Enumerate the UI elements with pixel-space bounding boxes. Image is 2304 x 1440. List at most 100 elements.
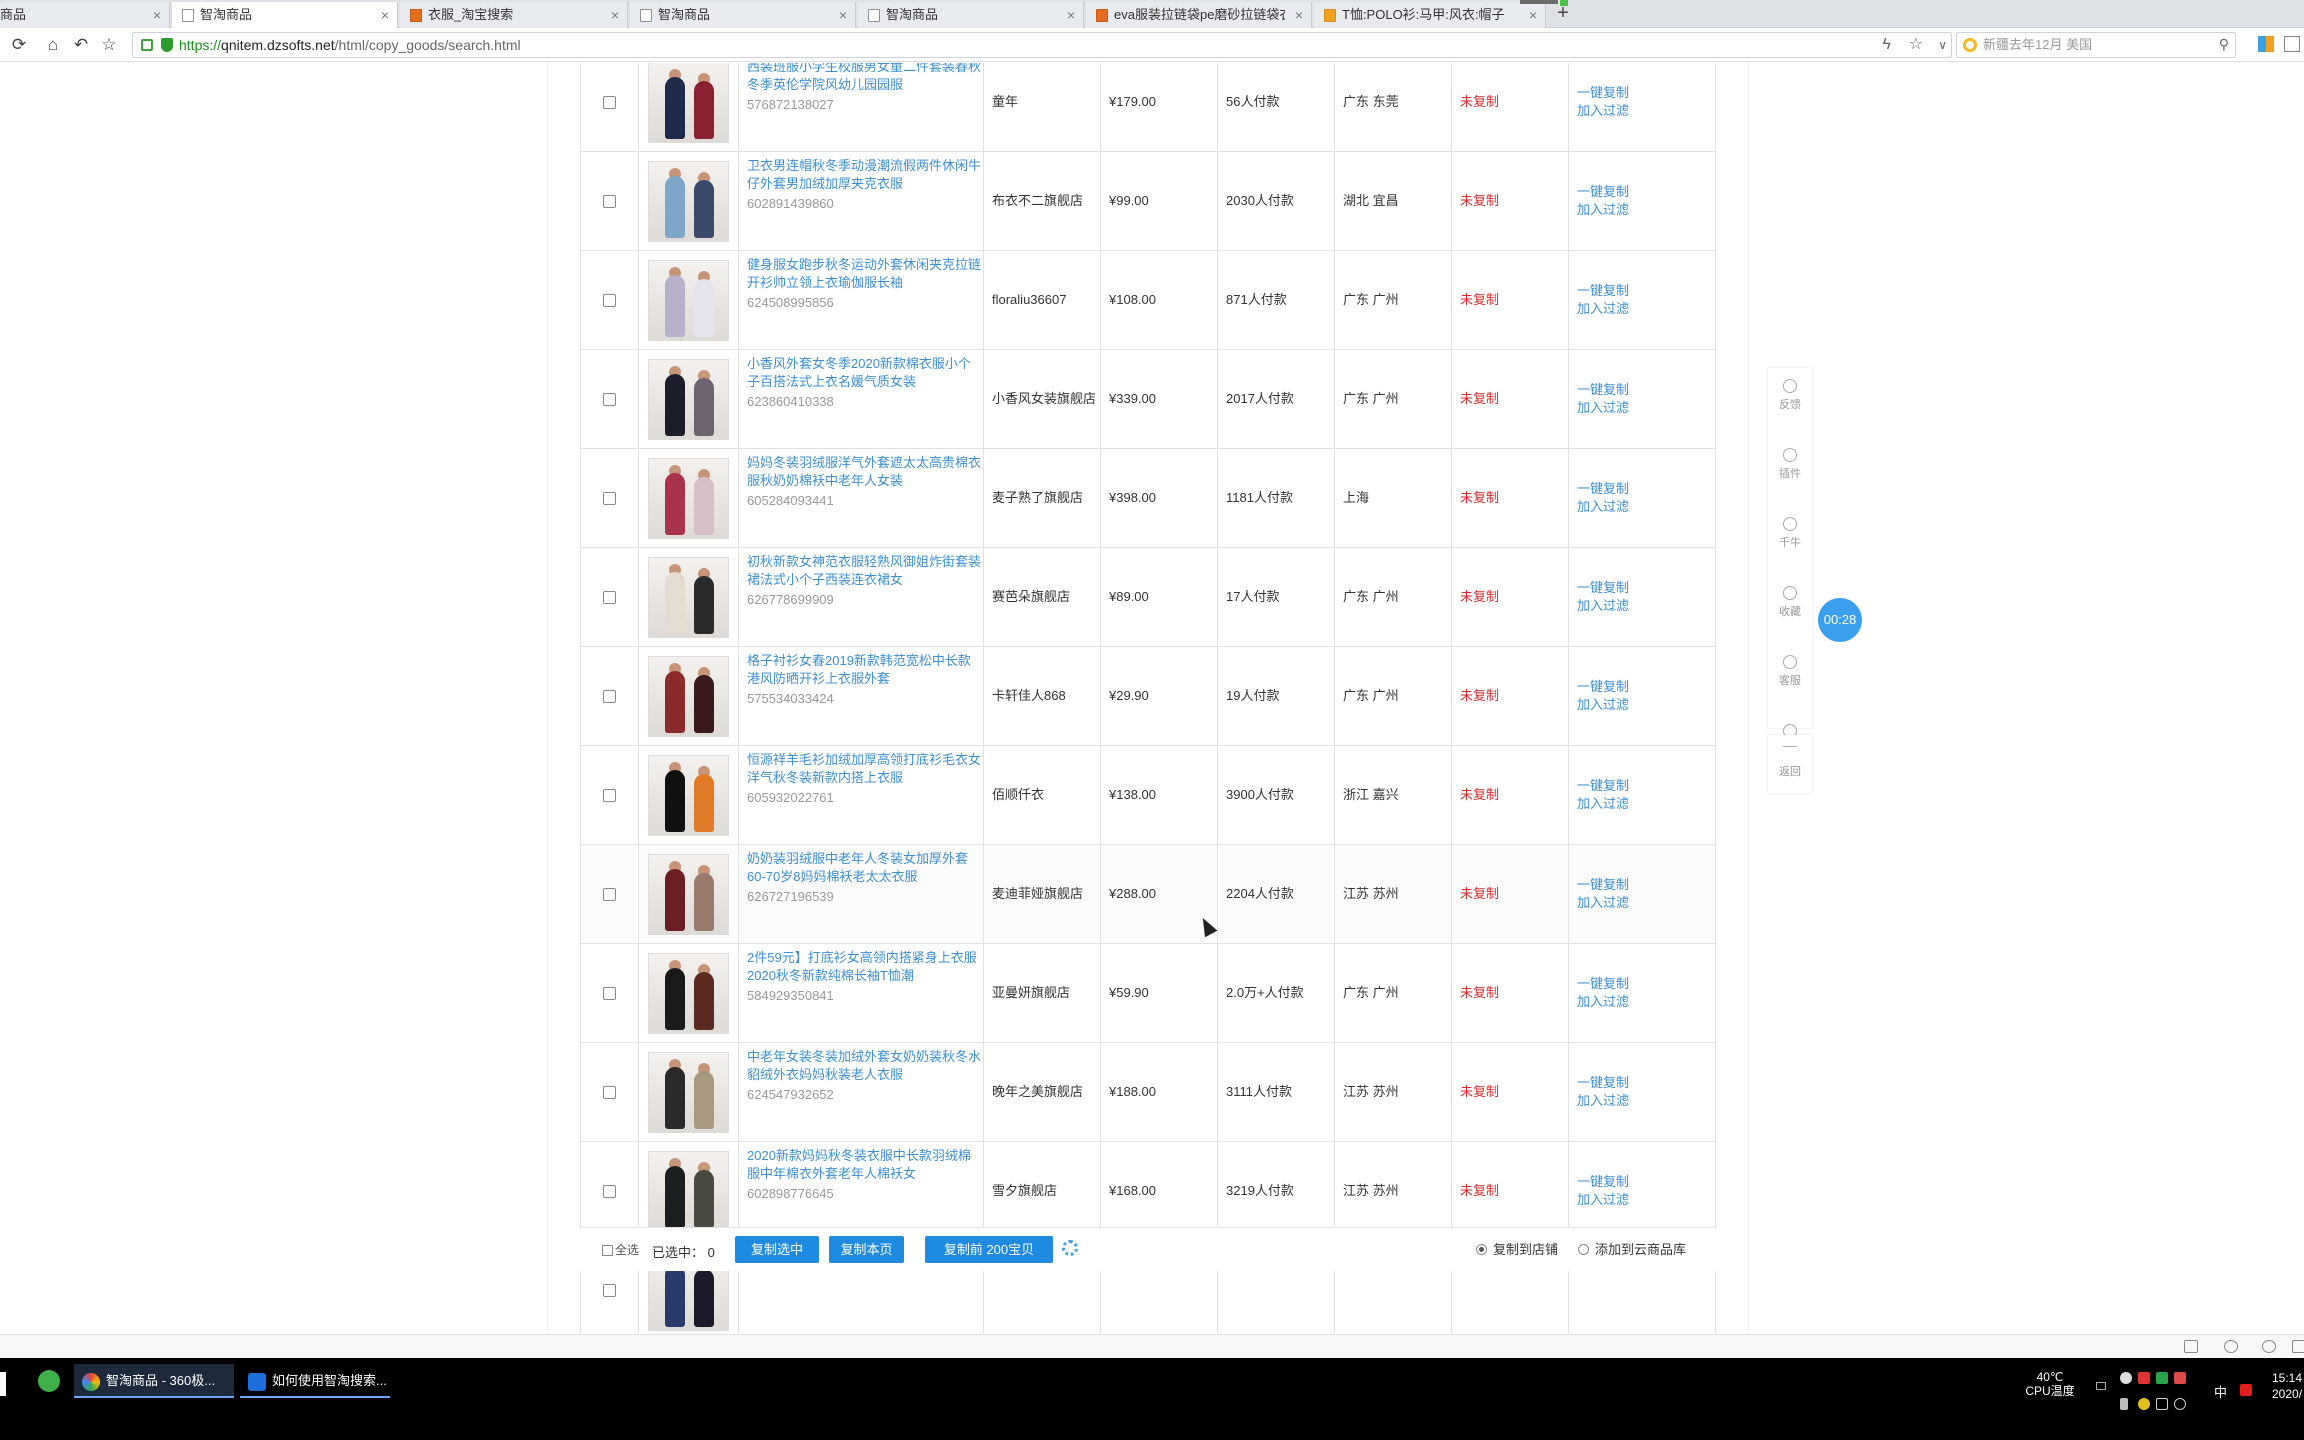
product-title-link[interactable]: 中老年女装冬装加绒外套女奶奶装秋冬水貂绒外衣妈妈秋装老人衣服 [747, 1048, 981, 1084]
one-click-copy-link[interactable]: 一键复制 [1577, 84, 1629, 102]
product-thumbnail[interactable] [648, 359, 729, 440]
tab-0[interactable]: 商品 × [0, 2, 170, 28]
flag-icon[interactable] [2174, 1372, 2186, 1384]
tab-5[interactable]: eva服装拉链袋pe磨砂拉链袋衣 × [1086, 2, 1312, 28]
search-icon[interactable]: ⚲ [2219, 36, 2229, 53]
security-icon[interactable] [2138, 1372, 2150, 1384]
product-title-link[interactable]: 健身服女跑步秋冬运动外套休闲夹克拉链开衫帅立领上衣瑜伽服长袖 [747, 256, 981, 292]
row-checkbox[interactable] [603, 393, 616, 406]
add-to-filter-link[interactable]: 加入过滤 [1577, 399, 1629, 417]
close-icon[interactable]: × [381, 2, 389, 28]
menu-icon[interactable] [2284, 36, 2300, 52]
add-to-filter-link[interactable]: 加入过滤 [1577, 795, 1629, 813]
product-thumbnail[interactable] [648, 458, 729, 539]
bookmark-star-icon[interactable]: ☆ [1909, 36, 1923, 54]
product-thumbnail[interactable] [648, 161, 729, 242]
side-widget-item[interactable]: 千牛 [1768, 517, 1812, 575]
row-checkbox[interactable] [603, 690, 616, 703]
one-click-copy-link[interactable]: 一键复制 [1577, 183, 1629, 201]
add-to-filter-link[interactable]: 加入过滤 [1577, 102, 1629, 120]
one-click-copy-link[interactable]: 一键复制 [1577, 1173, 1629, 1191]
taskbar-task-doc[interactable]: 如何使用智淘搜索... [240, 1364, 390, 1398]
battery-icon[interactable] [2120, 1398, 2128, 1410]
row-checkbox[interactable] [603, 195, 616, 208]
radio-add-to-cloud[interactable]: 添加到云商品库 [1578, 1243, 1686, 1257]
close-icon[interactable]: × [1295, 2, 1303, 28]
product-thumbnail[interactable] [648, 755, 729, 836]
one-click-copy-link[interactable]: 一键复制 [1577, 678, 1629, 696]
product-title-link[interactable]: 恒源祥羊毛衫加绒加厚高领打底衫毛衣女洋气秋冬装新款内搭上衣服 [747, 751, 981, 787]
close-icon[interactable]: × [1067, 2, 1075, 28]
one-click-copy-link[interactable]: 一键复制 [1577, 777, 1629, 795]
start-icon[interactable] [0, 1372, 6, 1396]
wechat-icon[interactable] [2138, 1398, 2150, 1410]
back-to-top-button[interactable]: 返回 [1768, 735, 1812, 793]
row-checkbox[interactable] [603, 492, 616, 505]
add-to-filter-link[interactable]: 加入过滤 [1577, 201, 1629, 219]
product-thumbnail[interactable] [648, 1052, 729, 1133]
address-bar[interactable]: https://qnitem.dzsofts.net/html/copy_goo… [132, 32, 1952, 58]
row-checkbox[interactable] [603, 96, 616, 109]
row-checkbox[interactable] [603, 1284, 616, 1297]
close-icon[interactable]: × [839, 2, 847, 28]
add-to-filter-link[interactable]: 加入过滤 [1577, 1191, 1629, 1209]
chevron-up-icon[interactable] [2096, 1382, 2106, 1390]
one-click-copy-link[interactable]: 一键复制 [1577, 381, 1629, 399]
add-to-filter-link[interactable]: 加入过滤 [1577, 993, 1629, 1011]
row-checkbox[interactable] [603, 789, 616, 802]
add-to-filter-link[interactable]: 加入过滤 [1577, 498, 1629, 516]
one-click-copy-link[interactable]: 一键复制 [1577, 876, 1629, 894]
add-to-filter-link[interactable]: 加入过滤 [1577, 696, 1629, 714]
gear-icon[interactable] [1062, 1240, 1078, 1256]
copy-selected-button[interactable]: 复制选中 [735, 1236, 819, 1263]
refresh-status-icon[interactable] [2262, 1340, 2276, 1353]
volume-icon[interactable] [2174, 1398, 2186, 1410]
timer-badge[interactable]: 00:28 [1818, 598, 1862, 642]
product-title-link[interactable]: 2020新款妈妈秋冬装衣服中长款羽绒棉服中年棉衣外套老年人棉袄女 [747, 1147, 981, 1183]
home-icon[interactable]: ⌂ [42, 34, 64, 56]
row-checkbox[interactable] [603, 294, 616, 307]
product-title-link[interactable]: 初秋新款女神范衣服轻熟风御姐炸街套装裙法式小个子西装连衣裙女 [747, 553, 981, 589]
one-click-copy-link[interactable]: 一键复制 [1577, 579, 1629, 597]
side-widget-item[interactable]: 插件 [1768, 448, 1812, 506]
row-checkbox[interactable] [603, 591, 616, 604]
pin-icon[interactable] [2224, 1340, 2238, 1353]
copy-first-200-button[interactable]: 复制前 200宝贝 [925, 1236, 1053, 1263]
row-checkbox[interactable] [603, 987, 616, 1000]
add-to-filter-link[interactable]: 加入过滤 [1577, 1092, 1629, 1110]
network-icon[interactable] [2156, 1398, 2168, 1410]
add-to-filter-link[interactable]: 加入过滤 [1577, 597, 1629, 615]
input-method-indicator[interactable]: 中 [2214, 1382, 2227, 1401]
product-title-link[interactable]: 西装班服小学生校服男女童二件套装春秋冬季英伦学院风幼儿园园服 [747, 63, 981, 94]
side-widget-item[interactable]: 收藏 [1768, 586, 1812, 644]
tab-4[interactable]: 智淘商品 × [858, 2, 1084, 28]
search-box[interactable]: 新疆去年12月 美国 ⚲ [1956, 32, 2236, 58]
add-to-filter-link[interactable]: 加入过滤 [1577, 300, 1629, 318]
row-checkbox[interactable] [603, 1086, 616, 1099]
product-thumbnail[interactable] [648, 63, 729, 143]
row-checkbox[interactable] [603, 1185, 616, 1198]
tab-6[interactable]: T恤:POLO衫:马甲:风衣:帽子 × [1314, 2, 1546, 28]
product-title-link[interactable]: 2件59元】打底衫女高领内搭紧身上衣服2020秋冬新款纯棉长袖T恤潮 [747, 949, 981, 985]
shield-tray-icon[interactable] [2156, 1372, 2168, 1384]
notification-icon[interactable] [2120, 1372, 2132, 1384]
product-title-link[interactable]: 小香风外套女冬季2020新款棉衣服小个子百搭法式上衣名媛气质女装 [747, 355, 981, 391]
close-icon[interactable]: × [153, 2, 161, 28]
new-tab-button[interactable]: + [1552, 3, 1574, 25]
one-click-copy-link[interactable]: 一键复制 [1577, 1074, 1629, 1092]
tab-2[interactable]: 衣服_淘宝搜索 × [400, 2, 628, 28]
sogou-icon[interactable] [2240, 1384, 2252, 1396]
product-thumbnail[interactable] [648, 953, 729, 1034]
one-click-copy-link[interactable]: 一键复制 [1577, 282, 1629, 300]
radio-copy-to-shop[interactable]: 复制到店铺 [1476, 1243, 1558, 1257]
360-icon[interactable] [38, 1370, 60, 1392]
lightning-icon[interactable]: ϟ [1883, 36, 1891, 54]
one-click-copy-link[interactable]: 一键复制 [1577, 480, 1629, 498]
one-click-copy-link[interactable]: 一键复制 [1577, 975, 1629, 993]
image-icon[interactable] [2184, 1340, 2198, 1353]
add-to-filter-link[interactable]: 加入过滤 [1577, 894, 1629, 912]
product-title-link[interactable]: 奶奶装羽绒服中老年人冬装女加厚外套60-70岁8妈妈棉袄老太太衣服 [747, 850, 981, 886]
clock[interactable]: 15:14 2020/ [2272, 1370, 2302, 1402]
tab-1[interactable]: 智淘商品 × [172, 2, 398, 29]
star-icon[interactable]: ☆ [98, 34, 120, 56]
